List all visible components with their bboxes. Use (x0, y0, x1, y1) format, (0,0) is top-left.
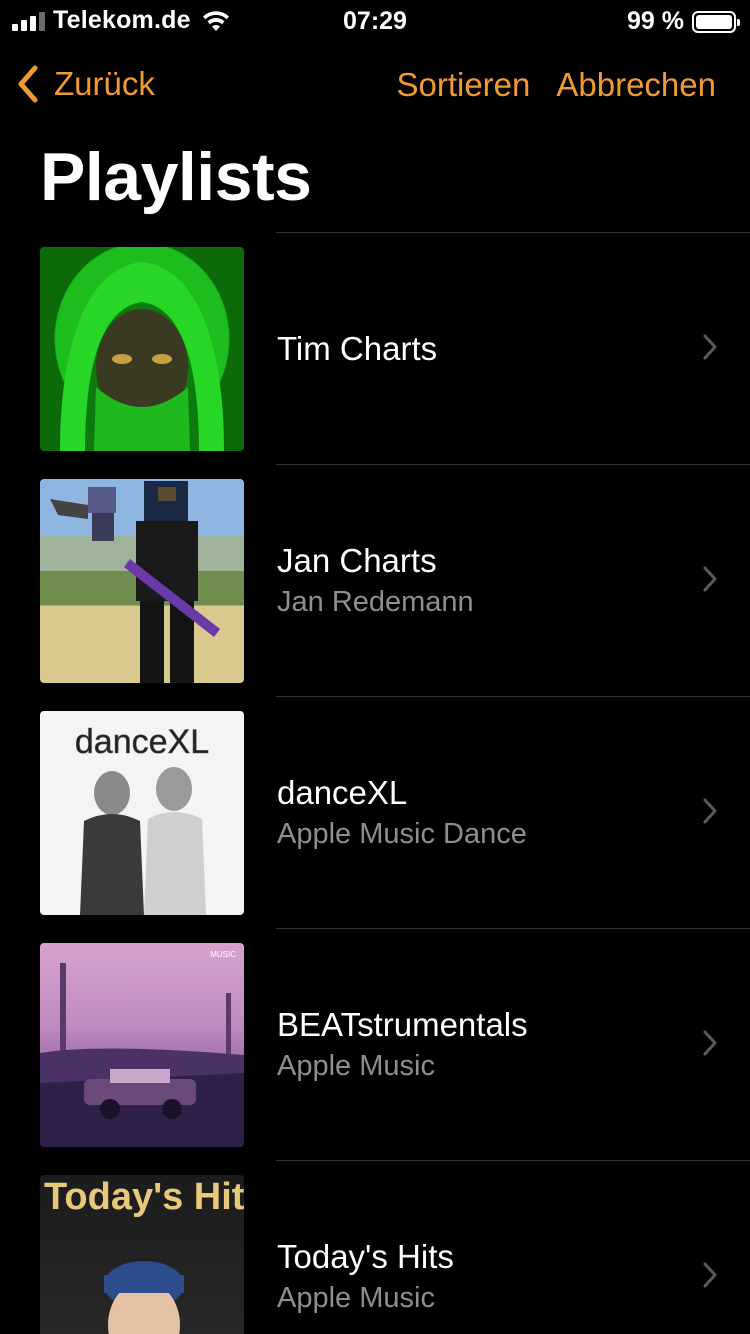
playlist-name: BEATstrumentals (277, 1006, 528, 1043)
playlist-row-beatstrumentals[interactable]: MUSIC BEATstrumentals Apple Music (0, 929, 750, 1160)
back-button[interactable]: Zurück (16, 64, 155, 104)
playlist-artwork (40, 479, 244, 683)
hooded-figure-artwork (60, 262, 224, 451)
playlist-row-jan-charts[interactable]: Jan Charts Jan Redemann (0, 465, 750, 696)
nav-actions: Sortieren Abbrechen (396, 66, 716, 104)
apple-music-art-text: MUSIC (210, 950, 236, 959)
playlist-list: Tim Charts Jan Charts Jan Redemann dance… (0, 232, 750, 1334)
playlist-name: Today's Hits (277, 1238, 454, 1275)
playlist-subtitle: Apple Music (277, 1050, 435, 1082)
playlist-artwork: MUSIC (40, 943, 244, 1147)
playlist-artwork: Today's Hits (40, 1175, 244, 1334)
playlist-text: danceXL Apple Music Dance (277, 697, 527, 928)
playlist-name: Jan Charts (277, 542, 437, 579)
chevron-right-icon (703, 1262, 717, 1288)
dancexl-artwork: danceXL (75, 723, 209, 915)
sort-button[interactable]: Sortieren (396, 66, 530, 104)
chevron-left-icon (18, 65, 38, 103)
car-sunset-artwork: MUSIC (40, 950, 244, 1147)
playlist-artwork: danceXL (40, 711, 244, 915)
page-title: Playlists (40, 139, 312, 215)
playlist-subtitle: Jan Redemann (277, 586, 474, 618)
chevron-right-icon (703, 566, 717, 592)
screen: Telekom.de 07:29 99 % Zurück Sortieren A… (0, 0, 750, 1334)
playlist-name: Tim Charts (277, 329, 438, 367)
status-bar: Telekom.de 07:29 99 % (0, 0, 750, 40)
playlist-text: Tim Charts (277, 233, 437, 464)
dancexl-art-text: danceXL (75, 723, 209, 761)
todays-hits-artwork: Today's Hits (44, 1176, 244, 1334)
cancel-button[interactable]: Abbrechen (556, 66, 716, 104)
blocky-characters-artwork (50, 481, 220, 683)
battery-percentage: 99 % (627, 7, 684, 35)
playlist-text: Jan Charts Jan Redemann (277, 465, 474, 696)
playlist-name: danceXL (277, 774, 408, 811)
playlist-text: Today's Hits Apple Music (277, 1161, 454, 1334)
chevron-right-icon (703, 334, 717, 360)
status-right: 99 % (627, 7, 740, 36)
playlist-row-dancexl[interactable]: danceXL danceXL Apple Music Dance (0, 697, 750, 928)
playlist-subtitle: Apple Music (277, 1282, 435, 1314)
navigation-bar: Zurück Sortieren Abbrechen (0, 56, 750, 112)
todays-hits-art-text: Today's Hits (44, 1176, 244, 1218)
back-button-label: Zurück (54, 65, 155, 102)
chevron-right-icon (703, 798, 717, 824)
playlist-row-todays-hits[interactable]: Today's Hits Today's Hits Apple Music (0, 1161, 750, 1334)
playlist-artwork (40, 247, 244, 451)
playlist-row-tim-charts[interactable]: Tim Charts (0, 233, 750, 464)
chevron-right-icon (703, 1030, 717, 1056)
battery-icon (692, 10, 740, 33)
playlist-subtitle: Apple Music Dance (277, 818, 527, 850)
playlist-text: BEATstrumentals Apple Music (277, 929, 528, 1160)
